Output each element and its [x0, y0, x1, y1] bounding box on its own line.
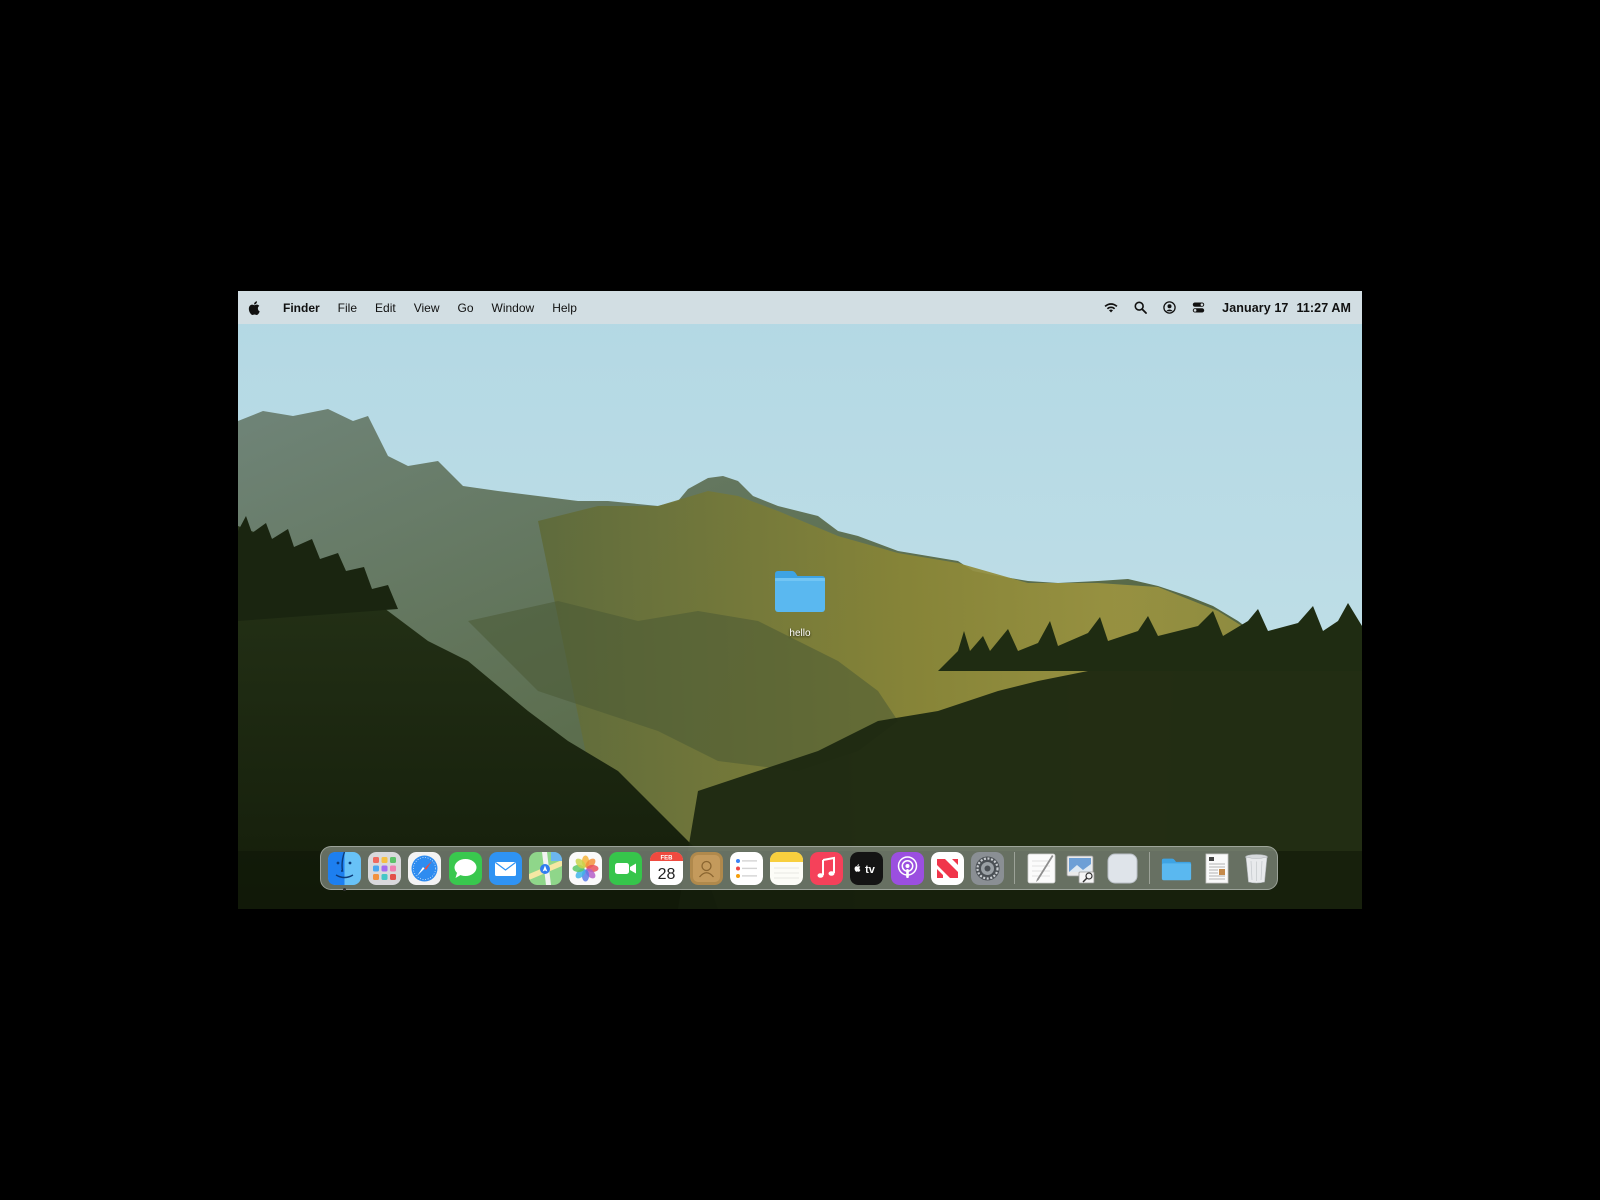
music-icon[interactable] [810, 851, 844, 885]
menu-edit[interactable]: Edit [375, 301, 396, 315]
podcasts-icon[interactable] [890, 851, 924, 885]
blank-app-icon[interactable] [1106, 852, 1139, 885]
photos-icon[interactable] [569, 851, 603, 885]
preview-icon[interactable] [1065, 852, 1098, 885]
dock-separator-stacks [1148, 852, 1150, 884]
menu-window[interactable]: Window [492, 301, 535, 315]
trash-icon[interactable] [1240, 852, 1273, 885]
apple-menu-icon[interactable] [248, 300, 261, 315]
menu-bar-clock[interactable]: January 17 11:27 AM [1222, 301, 1351, 315]
news-icon[interactable] [930, 851, 964, 885]
calendar-icon[interactable]: FEB 28 [649, 851, 683, 885]
dock: FEB 28 tv [320, 846, 1278, 891]
spotlight-search-icon[interactable] [1132, 300, 1148, 316]
launchpad-icon[interactable] [368, 851, 402, 885]
tv-label: tv [866, 864, 877, 876]
calendar-month: FEB [660, 855, 673, 861]
mail-icon[interactable] [488, 851, 522, 885]
macos-desktop: Finder File Edit View Go Window Help Jan… [238, 291, 1362, 909]
menu-app-finder[interactable]: Finder [283, 301, 320, 315]
menu-file[interactable]: File [338, 301, 357, 315]
running-indicator [343, 887, 346, 891]
dock-separator [1014, 852, 1016, 884]
document-icon[interactable] [1200, 852, 1233, 885]
system-settings-icon[interactable] [971, 851, 1004, 885]
clock-date: January 17 [1222, 300, 1289, 315]
finder-icon[interactable] [328, 851, 361, 891]
calendar-day: 28 [657, 866, 675, 883]
menu-view[interactable]: View [414, 301, 440, 315]
wifi-icon[interactable] [1103, 300, 1119, 316]
messages-icon[interactable] [448, 851, 482, 885]
menu-go[interactable]: Go [458, 301, 474, 315]
control-center-icon[interactable] [1190, 300, 1206, 316]
notes-icon[interactable] [770, 851, 804, 885]
reminders-icon[interactable] [729, 851, 763, 885]
menu-bar: Finder File Edit View Go Window Help Jan… [238, 291, 1362, 324]
facetime-icon[interactable] [609, 851, 643, 885]
tv-icon[interactable]: tv [850, 851, 884, 885]
menu-help[interactable]: Help [552, 301, 577, 315]
desktop-folder-label: hello [789, 628, 811, 639]
contacts-icon[interactable] [689, 851, 723, 885]
clock-time: 11:27 AM [1296, 300, 1351, 315]
textedit-icon[interactable] [1025, 852, 1058, 885]
folder-stack-icon[interactable] [1160, 852, 1193, 885]
maps-icon[interactable] [528, 851, 562, 885]
folder-icon [772, 568, 828, 616]
desktop-folder-hello[interactable]: hello [769, 568, 831, 639]
safari-icon[interactable] [408, 851, 442, 885]
user-account-icon[interactable] [1161, 300, 1177, 316]
